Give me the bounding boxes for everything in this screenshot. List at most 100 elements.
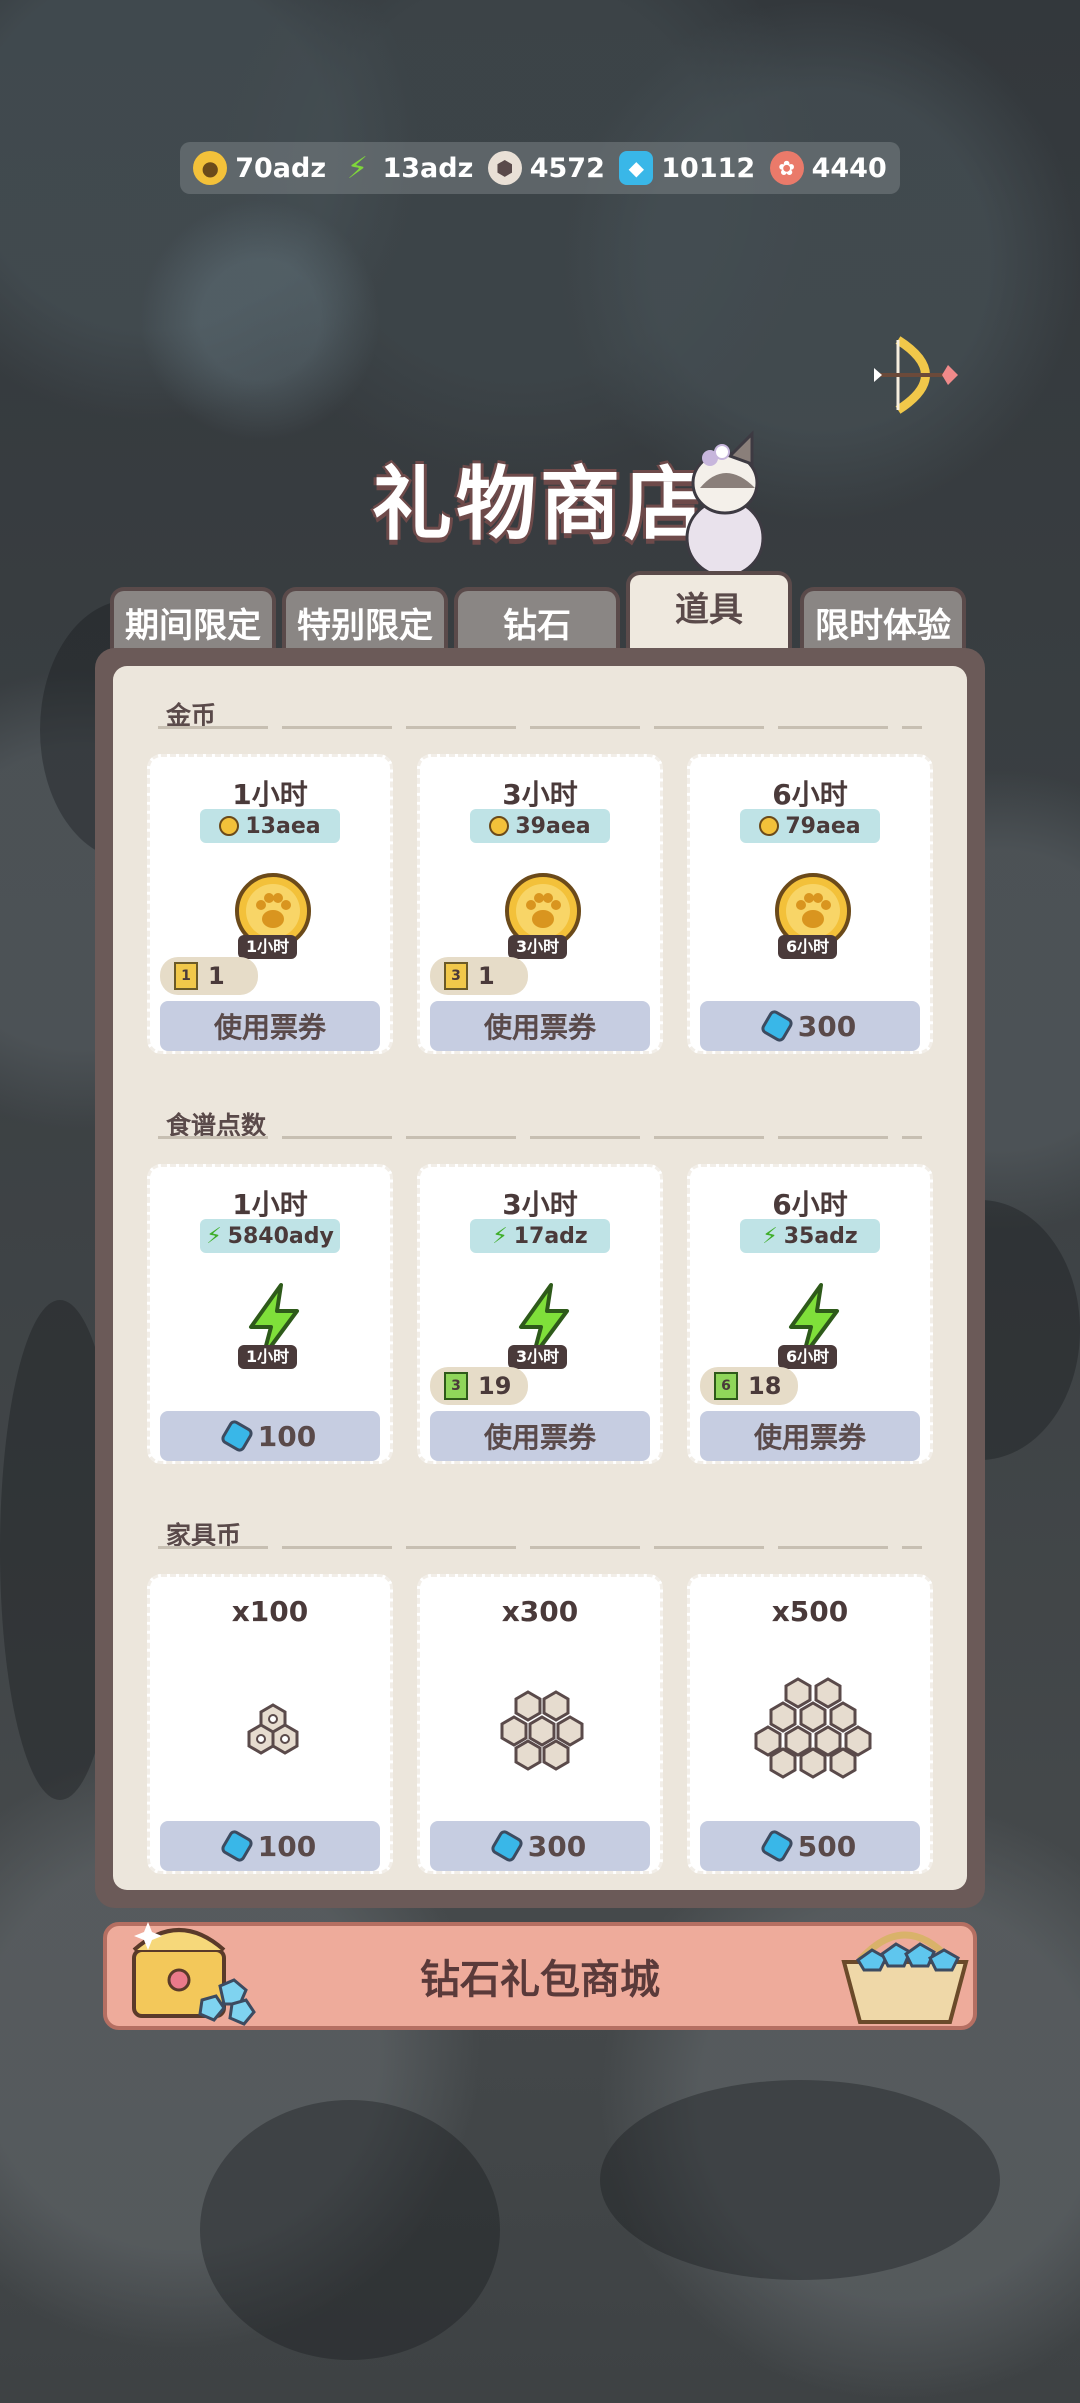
card-duration: 3小时 (502, 1188, 578, 1221)
yield-pill: ⚡ 35adz (740, 1219, 880, 1253)
card-recipe-1h[interactable]: 1小时 ⚡ 5840ady 1小时 100 (147, 1164, 393, 1464)
ticket-count: 3 19 (430, 1367, 528, 1405)
shop-panel-content: 金币 1小时 13aea 1小时 11 使用票券 3小时 39aea 3小时 3… (113, 666, 967, 1890)
lightning-icon: ⚡ (346, 150, 368, 186)
page-title: 礼物商店 (372, 458, 708, 551)
card-duration: 6小时 (772, 1188, 848, 1221)
diamond-icon (219, 1418, 255, 1454)
yield-pill: 13aea (200, 809, 340, 843)
diamond-icon (489, 1828, 525, 1864)
card-gold-3h[interactable]: 3小时 39aea 3小时 31 使用票券 (417, 754, 663, 1054)
yield-value: 13aea (245, 813, 321, 839)
price: 300 (797, 1009, 857, 1043)
duration-tag: 1小时 (238, 935, 298, 959)
divider (158, 726, 922, 729)
ticket-count: 11 (160, 957, 258, 995)
ticket-icon: 6 (714, 1372, 738, 1400)
duration-tag: 1小时 (238, 1345, 298, 1369)
card-duration: 1小时 (232, 778, 308, 811)
treasure-chest-icon (132, 1922, 256, 2026)
resource-value: 70adz (235, 152, 327, 184)
diamond-basket-icon (841, 1931, 969, 2024)
card-furniture-100[interactable]: x100 100 (147, 1574, 393, 1874)
duration-tag: 6小时 (778, 1345, 838, 1369)
yield-value: 35adz (783, 1223, 858, 1249)
card-gold-1h[interactable]: 1小时 13aea 1小时 11 使用票券 (147, 754, 393, 1054)
buy-with-diamond-button[interactable]: 500 (700, 1821, 920, 1871)
price: 500 (797, 1829, 857, 1863)
resource-value: 13adz (382, 152, 474, 184)
hex-nut-icon (247, 1703, 299, 1755)
diamond-icon: ◆ (619, 151, 654, 185)
use-ticket-button[interactable]: 使用票券 (430, 1411, 650, 1461)
yield-value: 5840ady (227, 1223, 334, 1249)
card-gold-6h[interactable]: 6小时 79aea 6小时 300 (687, 754, 933, 1054)
resource-diamond[interactable]: ◆ 10112 (619, 151, 755, 185)
lightning-icon: ⚡ (206, 1223, 222, 1249)
gold-coin-icon: ● (193, 151, 228, 185)
duration-tag: 3小时 (508, 1345, 568, 1369)
ticket-count: 31 (430, 957, 528, 995)
gold-coin-icon (219, 816, 240, 836)
diamond-icon (759, 1008, 795, 1044)
price: 300 (527, 1829, 587, 1863)
gold-coin-icon (489, 816, 510, 836)
card-duration: 3小时 (502, 778, 578, 811)
card-recipe-6h[interactable]: 6小时 ⚡ 35adz 6小时 6 18 使用票券 (687, 1164, 933, 1464)
resource-value: 4572 (529, 152, 605, 184)
card-furniture-500[interactable]: x500 500 (687, 1574, 933, 1874)
divider (158, 1136, 922, 1139)
yield-value: 39aea (515, 813, 591, 839)
cat-mascot (685, 430, 765, 578)
price: 100 (257, 1419, 317, 1453)
buy-with-diamond-button[interactable]: 300 (700, 1001, 920, 1051)
use-ticket-button[interactable]: 使用票券 (700, 1411, 920, 1461)
resource-furniture[interactable]: ⬢ 4572 (487, 151, 605, 185)
card-recipe-3h[interactable]: 3小时 ⚡ 17adz 3小时 3 19 使用票券 (417, 1164, 663, 1464)
yield-pill: 79aea (740, 809, 880, 843)
use-ticket-button[interactable]: 使用票券 (430, 1001, 650, 1051)
hex-nut-heap-icon (754, 1677, 872, 1779)
lightning-icon: ⚡ (762, 1223, 778, 1249)
ticket-icon: 3 (444, 1372, 468, 1400)
banner-label: 钻石礼包商城 (420, 1957, 660, 2003)
ticket-icon: 1 (174, 962, 198, 990)
use-ticket-button[interactable]: 使用票券 (160, 1001, 380, 1051)
yield-pill: ⚡ 17adz (470, 1219, 610, 1253)
ticket-count-value: 1 (208, 962, 225, 990)
yield-pill: ⚡ 5840ady (200, 1219, 340, 1253)
resource-fish[interactable]: ✿ 4440 (769, 151, 887, 185)
yield-value: 79aea (785, 813, 861, 839)
yield-pill: 39aea (470, 809, 610, 843)
ticket-count-value: 19 (478, 1372, 512, 1400)
divider (158, 1546, 922, 1549)
card-amount: x300 (501, 1595, 579, 1628)
resource-bar: ● 70adz ⚡ 13adz ⬢ 4572 ◆ 10112 ✿ 4440 (180, 142, 900, 194)
card-amount: x100 (231, 1595, 309, 1628)
furniture-coin-icon: ⬢ (487, 151, 522, 185)
resource-value: 10112 (661, 152, 756, 184)
fish-token-icon: ✿ (769, 151, 804, 185)
card-amount: x500 (771, 1595, 849, 1628)
hex-nut-pile-icon (500, 1690, 584, 1771)
resource-value: 4440 (811, 152, 887, 184)
diamond-icon (219, 1828, 255, 1864)
lightning-icon: ⚡ (492, 1223, 508, 1249)
price: 100 (257, 1829, 317, 1863)
yield-value: 17adz (513, 1223, 588, 1249)
buy-with-diamond-button[interactable]: 100 (160, 1821, 380, 1871)
duration-tag: 3小时 (508, 935, 568, 959)
buy-with-diamond-button[interactable]: 300 (430, 1821, 650, 1871)
ticket-count: 6 18 (700, 1367, 798, 1405)
resource-gold[interactable]: ● 70adz (193, 151, 326, 185)
card-duration: 1小时 (232, 1188, 308, 1221)
resource-energy[interactable]: ⚡ 13adz (340, 150, 474, 186)
card-furniture-300[interactable]: x300 300 (417, 1574, 663, 1874)
gold-coin-icon (759, 816, 780, 836)
buy-with-diamond-button[interactable]: 100 (160, 1411, 380, 1461)
ticket-icon: 3 (444, 962, 468, 990)
ticket-count-value: 18 (748, 1372, 782, 1400)
diamond-icon (759, 1828, 795, 1864)
cupid-bow-icon[interactable] (868, 330, 958, 420)
duration-tag: 6小时 (778, 935, 838, 959)
